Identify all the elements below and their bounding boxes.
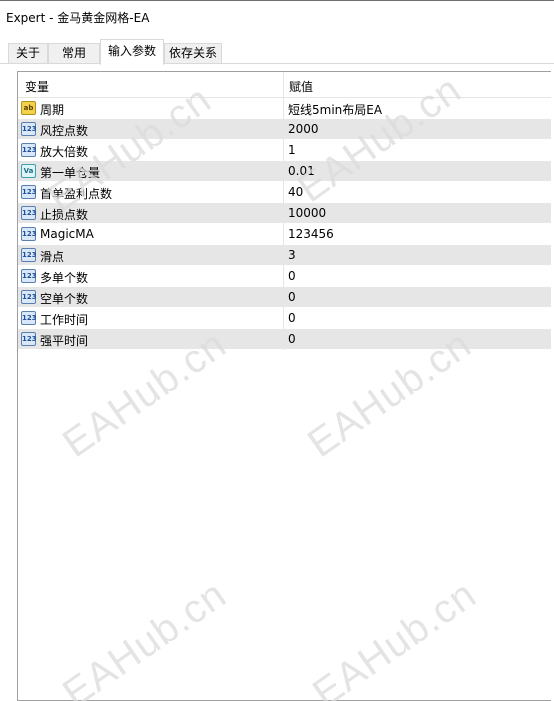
parameter-value[interactable]: 0 (288, 269, 296, 283)
tab-dependencies[interactable]: 依存关系 (164, 43, 222, 64)
cell-divider (283, 182, 284, 203)
cell-divider (283, 308, 284, 329)
inputs-panel: 变量 赋值 ab 周期 短线5min布局EA 123 风控点数 2000 123 放大倍数 1 V… (7, 64, 554, 701)
parameter-value[interactable]: 0.01 (288, 164, 315, 178)
table-row[interactable]: 123 MagicMA 123456 (18, 224, 554, 245)
integer-icon: 123 (21, 269, 37, 283)
parameter-name: 多单个数 (40, 271, 89, 285)
table-row[interactable]: 123 首单盈利点数 40 (18, 182, 554, 203)
parameter-name: 强平时间 (40, 334, 89, 348)
integer-icon: 123 (21, 185, 37, 199)
parameter-value[interactable]: 0 (288, 332, 296, 346)
integer-icon: 123 (21, 122, 37, 136)
cell-divider (283, 119, 284, 140)
cell-divider (283, 266, 284, 287)
window-title: Expert - 金马黄金网格-EA (6, 11, 150, 25)
parameter-name: 止损点数 (40, 208, 89, 222)
parameter-value[interactable]: 3 (288, 248, 296, 262)
title-bar: Expert - 金马黄金网格-EA (0, 0, 554, 32)
grid-rows: ab 周期 短线5min布局EA 123 风控点数 2000 123 放大倍数 1 Va 第一单仓量… (18, 98, 554, 350)
integer-icon: 123 (21, 227, 37, 241)
table-row[interactable]: 123 放大倍数 1 (18, 140, 554, 161)
column-resize-handle[interactable] (283, 72, 284, 98)
integer-icon: 123 (21, 332, 37, 346)
table-row[interactable]: ab 周期 短线5min布局EA (18, 98, 554, 119)
tab-about[interactable]: 关于 (8, 43, 48, 64)
grid-header: 变量 赋值 (18, 72, 554, 98)
parameter-value[interactable]: 短线5min布局EA (288, 101, 382, 118)
parameter-name: 放大倍数 (40, 145, 89, 159)
parameter-value[interactable]: 0 (288, 311, 296, 325)
parameter-value[interactable]: 0 (288, 290, 296, 304)
tab-common[interactable]: 常用 (48, 43, 100, 64)
parameter-name: 工作时间 (40, 313, 89, 327)
integer-icon: 123 (21, 248, 37, 262)
cell-divider (283, 140, 284, 161)
parameter-value[interactable]: 1 (288, 143, 296, 157)
parameter-name: 首单盈利点数 (40, 187, 113, 201)
cell-divider (283, 245, 284, 266)
table-row[interactable]: 123 风控点数 2000 (18, 119, 554, 140)
integer-icon: 123 (21, 311, 37, 325)
cell-divider (283, 224, 284, 245)
cell-divider (283, 161, 284, 182)
table-row[interactable]: 123 强平时间 0 (18, 329, 554, 350)
tab-strip: 关于 常用 输入参数 依存关系 (0, 39, 554, 65)
parameter-value[interactable]: 10000 (288, 206, 326, 220)
table-row[interactable]: 123 滑点 3 (18, 245, 554, 266)
cell-divider (283, 287, 284, 308)
tab-inputs[interactable]: 输入参数 (100, 39, 164, 65)
double-icon: Va (21, 164, 36, 178)
parameters-grid: 变量 赋值 ab 周期 短线5min布局EA 123 风控点数 2000 123 放大倍数 1 V… (17, 71, 554, 701)
table-row[interactable]: Va 第一单仓量 0.01 (18, 161, 554, 182)
table-row[interactable]: 123 多单个数 0 (18, 266, 554, 287)
parameter-name: 空单个数 (40, 292, 89, 306)
integer-icon: 123 (21, 206, 37, 220)
ab-string-icon: ab (21, 101, 36, 115)
cell-divider (283, 98, 284, 119)
parameter-name: MagicMA (40, 227, 94, 241)
parameter-name: 风控点数 (40, 124, 89, 138)
integer-icon: 123 (21, 143, 37, 157)
integer-icon: 123 (21, 290, 37, 304)
column-header-value[interactable]: 赋值 (289, 78, 313, 95)
parameter-value[interactable]: 40 (288, 185, 303, 199)
cell-divider (283, 329, 284, 350)
cell-divider (283, 203, 284, 224)
parameter-name: 周期 (40, 103, 65, 117)
parameter-value[interactable]: 123456 (288, 227, 334, 241)
table-row[interactable]: 123 止损点数 10000 (18, 203, 554, 224)
table-row[interactable]: 123 工作时间 0 (18, 308, 554, 329)
parameter-name: 滑点 (40, 250, 65, 264)
column-header-variable[interactable]: 变量 (25, 78, 49, 95)
parameter-value[interactable]: 2000 (288, 122, 319, 136)
parameter-name: 第一单仓量 (40, 166, 101, 180)
table-row[interactable]: 123 空单个数 0 (18, 287, 554, 308)
